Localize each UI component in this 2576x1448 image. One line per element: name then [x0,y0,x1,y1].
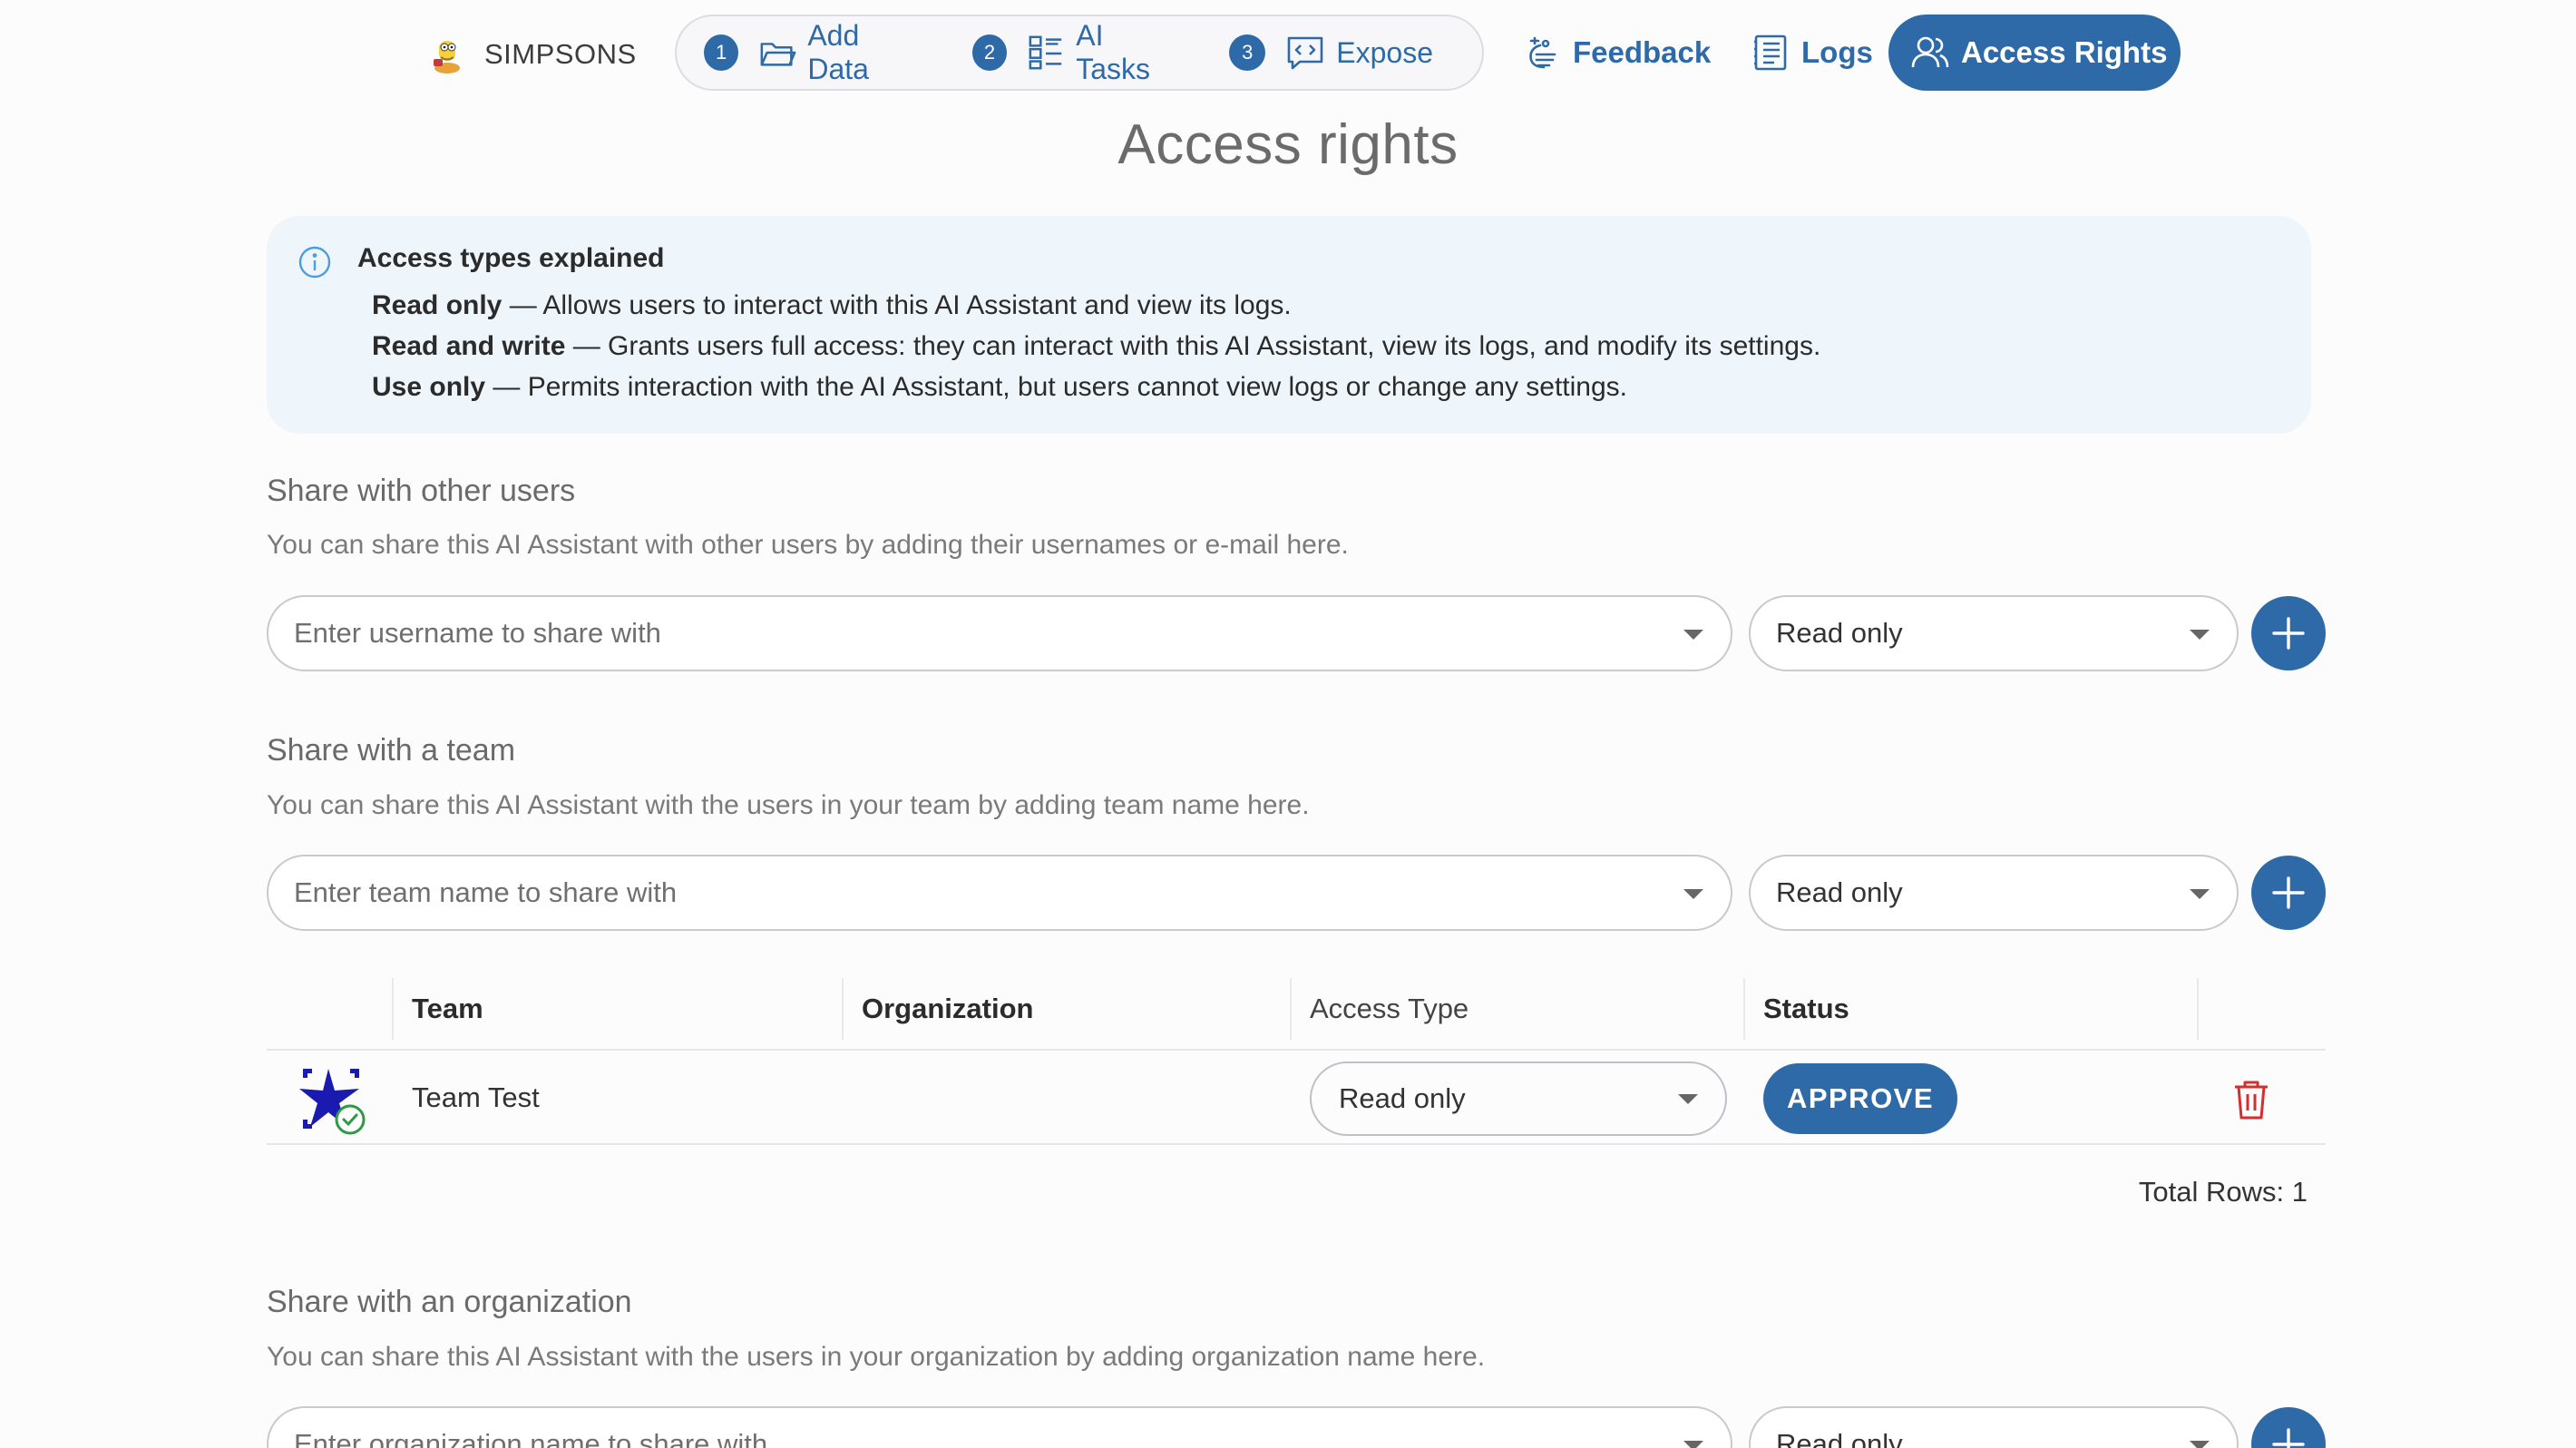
folder-open-icon [760,43,796,66]
info-icon [298,246,331,279]
step-add-data[interactable]: 1 Add Data [704,16,923,89]
chevron-down-icon [2190,889,2210,899]
step-number: 1 [704,34,739,71]
plus-icon [2272,617,2305,650]
org-placeholder: Enter organization name to share with [294,1428,768,1448]
workflow-steps: 1 Add Data 2 AI Tasks 3 Expose [675,15,1484,91]
share-team-description: You can share this AI Assistant with the… [267,790,1310,820]
simpsons-logo-icon [434,41,460,73]
info-desc: — Allows users to interact with this AI … [502,290,1292,320]
share-users-description: You can share this AI Assistant with oth… [267,530,1349,560]
trash-icon[interactable] [2231,1078,2271,1121]
column-separator [1743,978,1745,1040]
nav-label: Logs [1801,35,1873,69]
add-user-button[interactable] [2251,596,2326,670]
team-table-header: Team Organization Access Type Status [267,969,2326,1051]
selected-access-type: Read only [1776,876,1903,908]
chevron-down-icon [1683,1441,1703,1448]
team-avatar [299,1069,366,1135]
step-expose[interactable]: 3 Expose [1229,16,1433,89]
page-title: Access rights [1117,113,1459,176]
nav-logs[interactable]: Logs [1751,15,1873,91]
feedback-icon [1529,36,1556,69]
info-term: Read and write [372,331,566,361]
org-access-type-select[interactable]: Read only [1749,1406,2239,1448]
add-organization-button[interactable] [2251,1407,2326,1448]
top-navigation: SIMPSONS 1 Add Data 2 AI Tasks 3 Expose … [0,15,2576,94]
row-access-type-select[interactable]: Read only [1310,1062,1727,1136]
column-status[interactable]: Status [1763,969,1849,1049]
chevron-down-icon [2190,630,2210,640]
chevron-down-icon [2190,1441,2210,1448]
chevron-down-icon [1683,889,1703,899]
info-line-use-only: Use only — Permits interaction with the … [372,372,1627,403]
approve-button[interactable]: APPROVE [1763,1063,1957,1134]
team-name-input[interactable]: Enter team name to share with [267,855,1732,931]
nav-feedback[interactable]: Feedback [1522,15,1711,91]
nav-access-rights[interactable]: Access Rights [1888,15,2181,91]
nav-label: Access Rights [1961,35,2168,69]
team-name: Team Test [412,1081,540,1113]
plus-icon [2272,1428,2305,1448]
code-message-icon [1287,36,1323,70]
users-icon [1911,36,1949,68]
column-separator [2197,978,2199,1040]
chevron-down-icon [1683,630,1703,640]
nav-label: Feedback [1573,35,1712,69]
chevron-down-icon [1678,1094,1698,1104]
step-label: AI Tasks [1076,19,1151,85]
organization-name-input[interactable]: Enter organization name to share with [267,1406,1732,1448]
plus-icon [2272,876,2305,909]
column-organization[interactable]: Organization [862,969,1033,1049]
column-separator [392,978,394,1040]
info-desc: — Grants users full access: they can int… [565,331,1821,361]
username-placeholder: Enter username to share with [294,617,661,649]
share-team-title: Share with a team [267,733,516,768]
share-org-description: You can share this AI Assistant with the… [267,1342,1486,1372]
selected-access-type: Read only [1776,617,1903,649]
user-access-type-select[interactable]: Read only [1749,595,2239,671]
column-access-type[interactable]: Access Type [1310,969,1469,1049]
info-line-read-write: Read and write — Grants users full acces… [372,331,1820,362]
total-rows: Total Rows: 1 [2138,1176,2308,1208]
step-number: 2 [971,34,1008,71]
team-placeholder: Enter team name to share with [294,876,678,908]
column-separator [1290,978,1292,1040]
access-types-info: Access types explained Read only — Allow… [267,216,2311,434]
info-term: Use only [372,372,486,402]
add-team-button[interactable] [2251,856,2326,930]
brand-name: SIMPSONS [484,38,637,70]
info-term: Read only [372,290,503,320]
username-input[interactable]: Enter username to share with [267,595,1732,671]
selected-access-type: Read only [1339,1082,1466,1114]
column-team[interactable]: Team [412,969,483,1049]
column-separator [842,978,844,1040]
table-row: Team Test Read only APPROVE [267,1051,2326,1145]
step-number: 3 [1229,34,1266,71]
task-list-icon [1029,35,1062,70]
step-ai-tasks[interactable]: 2 AI Tasks [971,16,1180,89]
info-line-read-only: Read only — Allows users to interact wit… [372,290,1292,321]
brand[interactable]: SIMPSONS [424,27,637,82]
logs-icon [1754,34,1787,71]
step-label: Expose [1336,35,1433,69]
selected-access-type: Read only [1776,1428,1903,1448]
team-access-type-select[interactable]: Read only [1749,855,2239,931]
info-heading: Access types explained [357,243,665,273]
share-users-title: Share with other users [267,474,576,508]
step-label: Add Data [807,19,869,85]
info-desc: — Permits interaction with the AI Assist… [485,372,1628,402]
share-org-title: Share with an organization [267,1285,632,1319]
